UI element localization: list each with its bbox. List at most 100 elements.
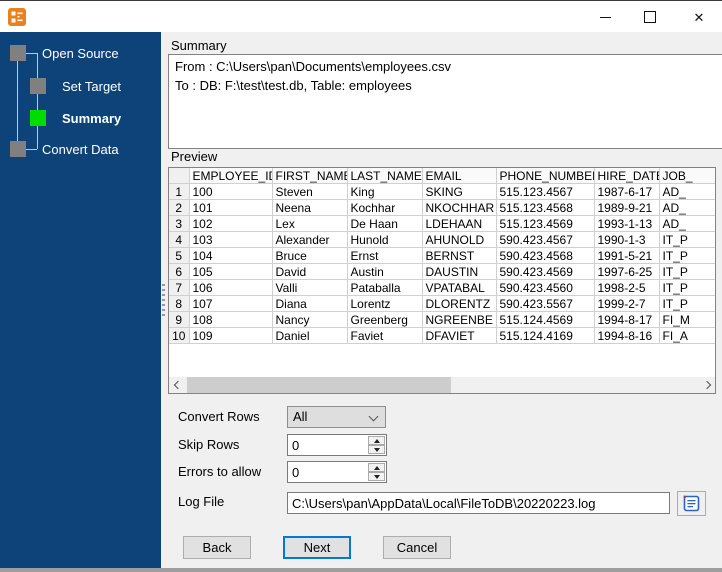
- table-cell[interactable]: Alexander: [272, 231, 348, 248]
- table-cell[interactable]: King: [347, 183, 423, 200]
- table-cell[interactable]: Ernst: [347, 247, 423, 264]
- spinner-down-button[interactable]: [368, 472, 385, 481]
- table-cell[interactable]: Diana: [272, 295, 348, 312]
- table-cell[interactable]: Nancy: [272, 311, 348, 328]
- scrollbar-thumb[interactable]: [187, 377, 451, 393]
- table-cell[interactable]: 105: [189, 263, 273, 280]
- row-number[interactable]: 6: [169, 263, 190, 280]
- table-cell[interactable]: Kochhar: [347, 199, 423, 216]
- convert-rows-select[interactable]: All: [287, 406, 386, 428]
- table-cell[interactable]: 109: [189, 327, 273, 344]
- table-cell[interactable]: 1994-8-17: [594, 311, 660, 328]
- row-number[interactable]: 3: [169, 215, 190, 232]
- table-cell[interactable]: 1990-1-3: [594, 231, 660, 248]
- table-cell[interactable]: 107: [189, 295, 273, 312]
- minimize-button[interactable]: [587, 2, 623, 32]
- table-cell[interactable]: DAUSTIN: [422, 263, 497, 280]
- spinner-down-button[interactable]: [368, 445, 385, 454]
- table-cell[interactable]: 1993-1-13: [594, 215, 660, 232]
- table-cell[interactable]: 515.123.4568: [496, 199, 595, 216]
- table-cell[interactable]: DLORENTZ: [422, 295, 497, 312]
- table-cell[interactable]: AD_: [659, 215, 715, 232]
- table-cell[interactable]: 515.123.4569: [496, 215, 595, 232]
- table-cell[interactable]: Austin: [347, 263, 423, 280]
- scroll-left-button[interactable]: [169, 377, 186, 393]
- table-cell[interactable]: FI_A: [659, 327, 715, 344]
- close-button[interactable]: ✕: [681, 2, 717, 32]
- table-cell[interactable]: 515.124.4169: [496, 327, 595, 344]
- row-number[interactable]: 2: [169, 199, 190, 216]
- row-number[interactable]: 1: [169, 183, 190, 200]
- spinner-up-button[interactable]: [368, 436, 385, 445]
- table-cell[interactable]: 100: [189, 183, 273, 200]
- table-cell[interactable]: 590.423.4569: [496, 263, 595, 280]
- table-cell[interactable]: 104: [189, 247, 273, 264]
- table-cell[interactable]: DFAVIET: [422, 327, 497, 344]
- table-cell[interactable]: 1999-2-7: [594, 295, 660, 312]
- horizontal-scrollbar[interactable]: [169, 377, 715, 393]
- row-number[interactable]: 8: [169, 295, 190, 312]
- table-cell[interactable]: NGREENBE: [422, 311, 497, 328]
- errors-to-allow-input[interactable]: [288, 462, 366, 482]
- table-cell[interactable]: SKING: [422, 183, 497, 200]
- table-cell[interactable]: VPATABAL: [422, 279, 497, 296]
- skip-rows-input[interactable]: [288, 435, 366, 455]
- table-cell[interactable]: NKOCHHAR: [422, 199, 497, 216]
- table-cell[interactable]: 515.124.4569: [496, 311, 595, 328]
- sidebar-splitter[interactable]: [161, 32, 168, 568]
- table-cell[interactable]: 1987-6-17: [594, 183, 660, 200]
- table-cell[interactable]: 590.423.4560: [496, 279, 595, 296]
- table-cell[interactable]: AD_: [659, 183, 715, 200]
- table-cell[interactable]: FI_M: [659, 311, 715, 328]
- table-cell[interactable]: 106: [189, 279, 273, 296]
- table-cell[interactable]: Steven: [272, 183, 348, 200]
- table-cell[interactable]: Pataballa: [347, 279, 423, 296]
- table-cell[interactable]: 1991-5-21: [594, 247, 660, 264]
- table-cell[interactable]: IT_P: [659, 247, 715, 264]
- table-cell[interactable]: Lex: [272, 215, 348, 232]
- table-cell[interactable]: Lorentz: [347, 295, 423, 312]
- log-file-input[interactable]: [287, 492, 670, 514]
- table-cell[interactable]: Greenberg: [347, 311, 423, 328]
- table-cell[interactable]: IT_P: [659, 231, 715, 248]
- row-number[interactable]: 9: [169, 311, 190, 328]
- next-button[interactable]: Next: [283, 536, 351, 559]
- table-cell[interactable]: BERNST: [422, 247, 497, 264]
- table-cell[interactable]: AHUNOLD: [422, 231, 497, 248]
- back-button[interactable]: Back: [183, 536, 251, 559]
- table-cell[interactable]: Neena: [272, 199, 348, 216]
- table-cell[interactable]: 515.123.4567: [496, 183, 595, 200]
- table-cell[interactable]: 103: [189, 231, 273, 248]
- maximize-button[interactable]: [632, 2, 668, 32]
- table-cell[interactable]: Valli: [272, 279, 348, 296]
- table-cell[interactable]: AD_: [659, 199, 715, 216]
- table-cell[interactable]: David: [272, 263, 348, 280]
- row-number[interactable]: 7: [169, 279, 190, 296]
- table-cell[interactable]: 101: [189, 199, 273, 216]
- table-cell[interactable]: Bruce: [272, 247, 348, 264]
- table-cell[interactable]: 1998-2-5: [594, 279, 660, 296]
- table-cell[interactable]: LDEHAAN: [422, 215, 497, 232]
- row-number[interactable]: 5: [169, 247, 190, 264]
- table-cell[interactable]: 590.423.4568: [496, 247, 595, 264]
- table-cell[interactable]: IT_P: [659, 263, 715, 280]
- table-cell[interactable]: Hunold: [347, 231, 423, 248]
- table-cell[interactable]: 1997-6-25: [594, 263, 660, 280]
- scroll-right-button[interactable]: [698, 377, 715, 393]
- spinner-up-button[interactable]: [368, 463, 385, 472]
- table-cell[interactable]: Faviet: [347, 327, 423, 344]
- table-cell[interactable]: 590.423.5567: [496, 295, 595, 312]
- table-cell[interactable]: De Haan: [347, 215, 423, 232]
- cancel-button[interactable]: Cancel: [383, 536, 451, 559]
- row-number[interactable]: 4: [169, 231, 190, 248]
- table-cell[interactable]: 1989-9-21: [594, 199, 660, 216]
- row-number[interactable]: 10: [169, 327, 190, 344]
- table-cell[interactable]: Daniel: [272, 327, 348, 344]
- table-cell[interactable]: IT_P: [659, 279, 715, 296]
- table-cell[interactable]: 1994-8-16: [594, 327, 660, 344]
- table-cell[interactable]: 108: [189, 311, 273, 328]
- table-cell[interactable]: 590.423.4567: [496, 231, 595, 248]
- table-cell[interactable]: IT_P: [659, 295, 715, 312]
- view-log-button[interactable]: [677, 491, 706, 516]
- table-cell[interactable]: 102: [189, 215, 273, 232]
